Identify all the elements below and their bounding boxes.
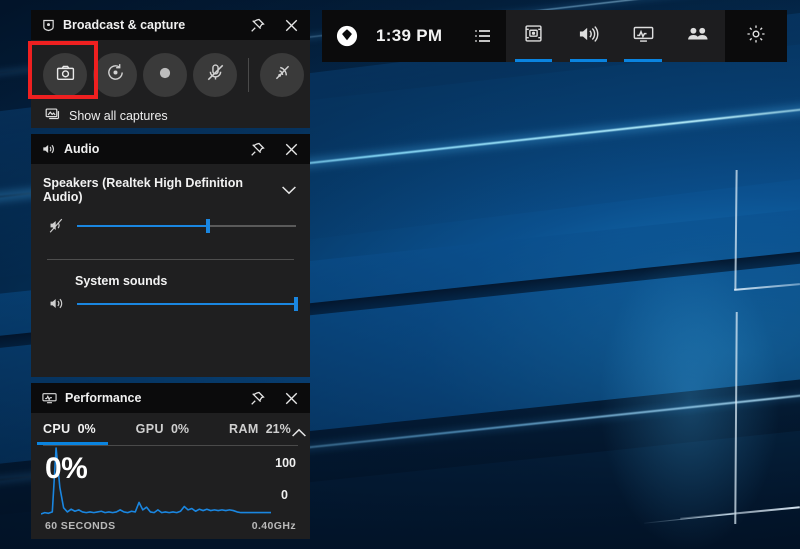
game-bar-audio-button[interactable] — [561, 10, 616, 62]
game-bar-social-button[interactable] — [670, 10, 725, 62]
screenshot-button[interactable] — [43, 53, 87, 97]
panel-title: Broadcast & capture — [63, 18, 186, 32]
game-bar-toolbar: 1:39 PM — [322, 10, 787, 62]
performance-widget-icon — [633, 25, 654, 48]
performance-chart-area: 0% 100 0 60 SECONDS 0.40GHz — [41, 446, 300, 542]
active-widget-underline — [569, 59, 607, 62]
chart-axis-min: 0 — [281, 488, 288, 502]
chevron-down-icon[interactable] — [277, 178, 300, 202]
panel-title: Performance — [65, 391, 142, 405]
chart-footer: 60 SECONDS 0.40GHz — [45, 520, 296, 532]
audio-widget-icon — [578, 25, 599, 48]
panel-header: Performance — [31, 383, 310, 413]
system-sounds-label: System sounds — [75, 274, 168, 288]
audio-device-selector[interactable]: Speakers (Realtek High Definition Audio) — [31, 164, 310, 204]
speaker-icon — [42, 143, 56, 155]
game-bar-left-group: 1:39 PM — [322, 10, 507, 62]
system-sounds-slider-row — [31, 288, 310, 311]
game-bar-performance-button[interactable] — [616, 10, 671, 62]
game-bar-settings-button[interactable] — [725, 10, 787, 62]
close-icon[interactable] — [278, 136, 304, 162]
microphone-toggle-button[interactable] — [193, 53, 237, 97]
start-recording-button[interactable] — [143, 53, 187, 97]
broadcast-icon — [42, 19, 55, 32]
gear-icon — [746, 24, 766, 49]
tab-gpu[interactable]: GPU 0% — [136, 422, 189, 445]
tab-gpu-value: 0% — [170, 421, 190, 436]
tab-cpu[interactable]: CPU 0% — [37, 421, 108, 445]
show-all-captures-link[interactable]: Show all captures — [31, 100, 310, 125]
start-broadcast-button[interactable] — [260, 53, 304, 97]
cpu-current-value: 0% — [45, 452, 88, 485]
clock-label: 1:39 PM — [376, 26, 443, 45]
show-all-captures-label: Show all captures — [69, 109, 168, 123]
game-bar-capture-button[interactable] — [506, 10, 561, 62]
panel-header: Broadcast & capture — [31, 10, 310, 40]
performance-tabs: CPU 0% GPU 0% RAM 21% — [31, 413, 310, 445]
chart-time-label: 60 SECONDS — [45, 520, 116, 532]
slider-thumb[interactable] — [294, 296, 298, 311]
panel-title: Audio — [64, 142, 100, 156]
close-icon[interactable] — [278, 12, 304, 38]
cpu-clock-label: 0.40GHz — [251, 520, 296, 532]
widget-menu-icon[interactable] — [464, 10, 500, 62]
tab-ram-label: RAM — [229, 421, 259, 436]
game-bar-widget-buttons — [506, 10, 725, 62]
monitor-icon — [42, 392, 57, 404]
gallery-icon — [45, 107, 60, 125]
pin-icon[interactable] — [244, 12, 270, 38]
tab-ram-value: 21% — [265, 421, 291, 436]
slider-fill — [77, 224, 209, 227]
slider-fill — [77, 302, 296, 305]
performance-panel: Performance CPU 0% GPU 0% RAM 21% 0% 100… — [31, 383, 310, 539]
broadcast-capture-panel: Broadcast & capture Show all captures — [28, 10, 310, 128]
record-last-30-seconds-button[interactable] — [93, 53, 137, 97]
audio-panel: Audio Speakers (Realtek High Definition … — [31, 134, 310, 377]
camera-icon — [56, 65, 75, 86]
record-last-icon — [106, 63, 125, 87]
slider-thumb[interactable] — [206, 218, 211, 233]
panel-header: Audio — [31, 134, 310, 164]
mic-muted-icon — [206, 63, 225, 87]
tab-ram[interactable]: RAM 21% — [229, 422, 291, 445]
system-sounds-slider[interactable] — [77, 296, 298, 311]
audio-main-slider[interactable] — [77, 218, 296, 233]
pin-icon[interactable] — [244, 136, 270, 162]
capture-separator — [248, 58, 249, 92]
capture-button-row — [31, 40, 310, 100]
capture-widget-icon — [524, 24, 543, 48]
close-icon[interactable] — [278, 385, 304, 411]
speaker-icon[interactable] — [47, 296, 67, 311]
audio-main-slider-row — [31, 204, 310, 233]
active-widget-underline — [515, 59, 553, 62]
chart-axis-max: 100 — [275, 456, 296, 470]
active-widget-underline — [624, 59, 662, 62]
broadcast-antenna-icon — [273, 63, 292, 87]
xbox-logo-icon[interactable] — [336, 25, 358, 47]
speaker-muted-icon[interactable] — [47, 218, 67, 233]
pin-icon[interactable] — [244, 385, 270, 411]
record-dot-icon — [156, 64, 174, 87]
social-widget-icon — [687, 26, 709, 46]
chevron-up-icon[interactable] — [291, 421, 307, 445]
tab-gpu-label: GPU — [135, 421, 164, 436]
audio-device-name: Speakers (Realtek High Definition Audio) — [43, 176, 244, 204]
tab-cpu-label: CPU — [43, 421, 71, 436]
active-tab-underline — [37, 442, 108, 445]
tab-cpu-value: 0% — [77, 421, 96, 436]
